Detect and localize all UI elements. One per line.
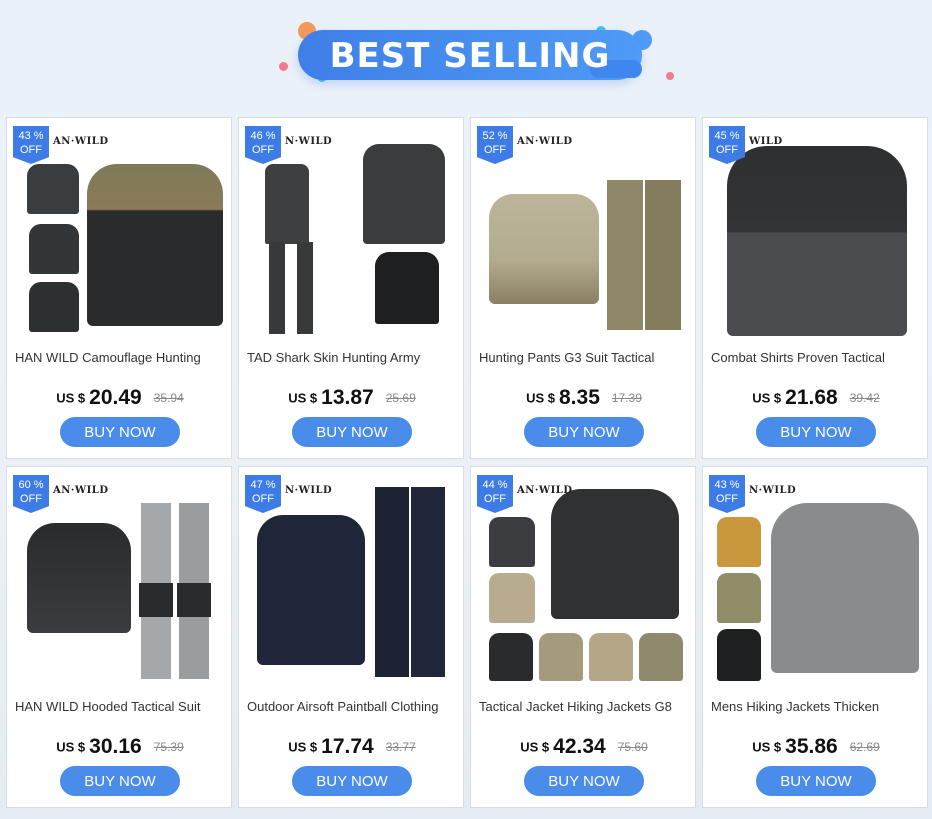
buy-now-button[interactable]: BUY NOW (292, 417, 412, 447)
product-title[interactable]: HAN WILD Camouflage Hunting (15, 350, 227, 365)
discount-badge: 46 % OFF (245, 126, 281, 164)
currency: US $ (752, 739, 782, 755)
discount-badge: 44 % OFF (477, 475, 513, 513)
original-price: 39.42 (849, 391, 880, 405)
original-price: 75.39 (153, 740, 184, 754)
discount-percent: 44 % (482, 479, 508, 491)
buy-now-button[interactable]: BUY NOW (524, 766, 644, 796)
discount-off: OFF (20, 144, 42, 156)
sale-price: 13.87 (321, 386, 374, 409)
product-title[interactable]: Outdoor Airsoft Paintball Clothing (247, 699, 459, 714)
product-grid: AN·WILD 43 % OFF HAN WILD Camouflage Hun… (6, 117, 928, 808)
sale-price: 21.68 (785, 386, 838, 409)
original-price: 25.69 (385, 391, 416, 405)
discount-percent: 46 % (250, 130, 276, 142)
discount-percent: 52 % (482, 130, 508, 142)
brand-logo: N·WILD (749, 485, 797, 496)
discount-off: OFF (716, 144, 738, 156)
product-card[interactable]: AN·WILD 60 % OFF HAN WILD Hooded Tactica… (6, 466, 232, 808)
buy-now-button[interactable]: BUY NOW (292, 766, 412, 796)
discount-badge: 52 % OFF (477, 126, 513, 164)
buy-now-button[interactable]: BUY NOW (756, 417, 876, 447)
discount-off: OFF (484, 144, 506, 156)
brand-logo: WILD (749, 136, 783, 147)
discount-off: OFF (252, 144, 274, 156)
product-title[interactable]: Tactical Jacket Hiking Jackets G8 (479, 699, 691, 714)
price-row: US $35.86 62.69 (703, 735, 927, 759)
discount-off: OFF (716, 493, 738, 505)
price-row: US $8.35 17.39 (471, 386, 695, 410)
original-price: 75.60 (617, 740, 648, 754)
buy-now-button[interactable]: BUY NOW (524, 417, 644, 447)
brand-logo: AN·WILD (53, 136, 109, 147)
original-price: 35.94 (153, 391, 184, 405)
price-row: US $13.87 25.69 (239, 386, 463, 410)
product-title[interactable]: Mens Hiking Jackets Thicken (711, 699, 923, 714)
sale-price: 20.49 (89, 386, 142, 409)
discount-badge: 43 % OFF (13, 126, 49, 164)
product-card[interactable]: AN·WILD 44 % OFF Tactical Jacket Hiking … (470, 466, 696, 808)
original-price: 33.77 (385, 740, 416, 754)
price-row: US $21.68 39.42 (703, 386, 927, 410)
price-row: US $20.49 35.94 (7, 386, 231, 410)
discount-percent: 47 % (250, 479, 276, 491)
product-card[interactable]: WILD 45 % OFF Combat Shirts Proven Tacti… (702, 117, 928, 459)
sale-price: 17.74 (321, 735, 374, 758)
currency: US $ (520, 739, 550, 755)
discount-badge: 43 % OFF (709, 475, 745, 513)
discount-badge: 47 % OFF (245, 475, 281, 513)
buy-now-button[interactable]: BUY NOW (60, 417, 180, 447)
sale-price: 30.16 (89, 735, 142, 758)
original-price: 62.69 (849, 740, 880, 754)
brand-logo: AN·WILD (517, 136, 573, 147)
decor-dot (666, 72, 674, 80)
discount-badge: 45 % OFF (709, 126, 745, 164)
brand-logo: N·WILD (285, 485, 333, 496)
product-title[interactable]: TAD Shark Skin Hunting Army (247, 350, 459, 365)
currency: US $ (56, 739, 86, 755)
brand-logo: AN·WILD (53, 485, 109, 496)
product-card[interactable]: AN·WILD 43 % OFF HAN WILD Camouflage Hun… (6, 117, 232, 459)
product-card[interactable]: N·WILD 43 % OFF Mens Hiking Jackets Thic… (702, 466, 928, 808)
price-row: US $30.16 75.39 (7, 735, 231, 759)
sale-price: 8.35 (559, 386, 600, 409)
product-title[interactable]: HAN WILD Hooded Tactical Suit (15, 699, 227, 714)
discount-percent: 45 % (714, 130, 740, 142)
product-card[interactable]: AN·WILD 52 % OFF Hunting Pants G3 Suit T… (470, 117, 696, 459)
sale-price: 35.86 (785, 735, 838, 758)
discount-off: OFF (252, 493, 274, 505)
discount-off: OFF (484, 493, 506, 505)
discount-percent: 43 % (714, 479, 740, 491)
price-row: US $42.34 75.60 (471, 735, 695, 759)
banner-title: BEST SELLING (329, 36, 611, 76)
buy-now-button[interactable]: BUY NOW (756, 766, 876, 796)
sale-price: 42.34 (553, 735, 606, 758)
brand-logo: N·WILD (285, 136, 333, 147)
best-selling-banner: BEST SELLING (0, 0, 932, 112)
product-card[interactable]: N·WILD 46 % OFF TAD Shark Skin Hunting A… (238, 117, 464, 459)
decor-dot (279, 62, 288, 71)
currency: US $ (752, 390, 782, 406)
original-price: 17.39 (611, 391, 642, 405)
currency: US $ (288, 390, 318, 406)
product-card[interactable]: N·WILD 47 % OFF Outdoor Airsoft Paintbal… (238, 466, 464, 808)
buy-now-button[interactable]: BUY NOW (60, 766, 180, 796)
discount-badge: 60 % OFF (13, 475, 49, 513)
discount-percent: 60 % (18, 479, 44, 491)
brand-logo: AN·WILD (517, 485, 573, 496)
discount-percent: 43 % (18, 130, 44, 142)
product-title[interactable]: Combat Shirts Proven Tactical (711, 350, 923, 365)
price-row: US $17.74 33.77 (239, 735, 463, 759)
product-title[interactable]: Hunting Pants G3 Suit Tactical (479, 350, 691, 365)
discount-off: OFF (20, 493, 42, 505)
currency: US $ (288, 739, 318, 755)
currency: US $ (56, 390, 86, 406)
currency: US $ (526, 390, 555, 406)
